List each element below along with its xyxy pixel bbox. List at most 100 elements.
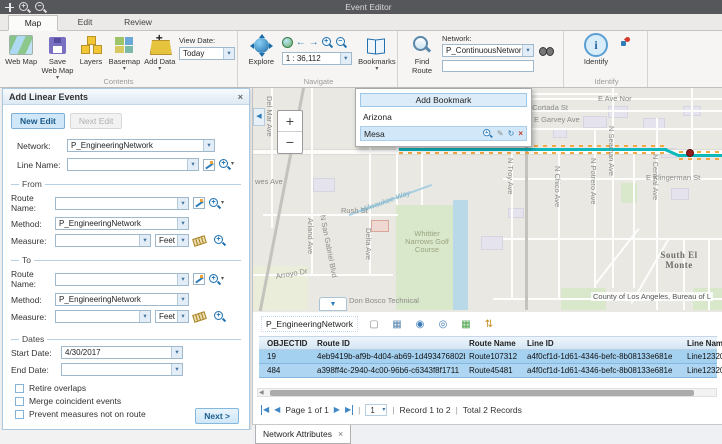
to-route-zoom-menu[interactable]: + ▾ [209,274,224,285]
scale-select[interactable]: 1 : 36,112 [282,52,352,65]
pan-icon[interactable] [5,3,14,12]
tab-review[interactable]: Review [112,15,164,31]
close-icon[interactable]: × [238,92,243,102]
next-extent-icon[interactable]: → [309,37,319,48]
add-data-icon: + [148,34,172,56]
column-header[interactable]: Line Name [683,337,722,349]
find-route-button[interactable]: Find Route [408,34,436,75]
pan-to-selection-icon[interactable]: ◎ [436,317,450,331]
select-route-on-map-icon[interactable] [193,273,205,285]
basemap-button[interactable]: Basemap ▾ [108,34,140,81]
zoom-to-bookmark-icon[interactable]: + [483,129,492,138]
panel-network-select[interactable]: P_EngineeringNetwork [67,139,215,152]
scrollbar-thumb[interactable] [270,390,694,396]
collapse-panel-button[interactable]: ◀ [253,108,265,126]
horizontal-scrollbar[interactable]: ◀ [257,388,717,397]
refresh-bookmark-icon[interactable]: ↻ [508,129,515,138]
pin-icon[interactable] [620,37,631,48]
save-web-map-button[interactable]: Save Web Map ▾ [41,34,73,81]
identify-icon: i [584,34,608,56]
collapse-map-button[interactable]: ▼ [319,297,347,311]
bookmark-item[interactable]: Arizona [360,110,527,123]
column-header[interactable]: Route Name [465,337,523,349]
previous-page-button[interactable]: ◀ [274,405,280,415]
previous-extent-icon[interactable]: ← [296,37,306,48]
network-attributes-tab[interactable]: Network Attributes × [255,425,351,444]
route-point-marker[interactable] [686,149,694,157]
column-header[interactable]: Route ID [313,337,465,349]
add-data-button[interactable]: + Add Data ▾ [144,34,176,81]
chevron-down-icon: ▾ [158,67,161,72]
network-select[interactable]: P_ContinuousNetwork [442,44,534,57]
map-road [633,150,635,288]
measure-ruler-icon[interactable] [192,235,207,247]
title-bar: + − Event Editor [0,0,722,14]
select-line-on-map-icon[interactable] [203,159,215,171]
last-page-button[interactable]: ▶ [345,405,353,415]
map-zoom-in-button[interactable]: + [278,111,302,132]
end-date-select[interactable] [61,363,183,376]
bookmarks-button[interactable]: Bookmarks ▾ [357,34,397,72]
new-edit-button[interactable]: New Edit [11,113,65,129]
web-map-icon [9,34,33,56]
zoom-out-tool-icon[interactable]: − [336,37,347,48]
from-measure-zoom-icon[interactable]: + [214,235,225,246]
column-header[interactable]: OBJECTID [259,337,313,349]
bookmark-item[interactable]: Mesa+✎↻× [360,126,527,141]
from-measure-unit-select[interactable]: Feet [155,234,189,247]
zoom-to-selection-icon[interactable]: ◉ [413,317,427,331]
binoculars-icon[interactable] [539,46,554,56]
scroll-left-icon[interactable]: ◀ [259,389,264,397]
to-measure-zoom-icon[interactable]: + [214,311,225,322]
bookmarks-menu: Add Bookmark ArizonaMesa+✎↻× [355,88,532,147]
to-route-name-select[interactable] [55,273,189,286]
line-zoom-menu[interactable]: + ▾ [219,159,234,170]
to-method-select[interactable]: P_EngineeringNetwork [55,293,189,306]
select-route-on-map-icon[interactable] [193,197,205,209]
column-header[interactable]: Line ID [523,337,683,349]
layer-tab[interactable]: P_EngineeringNetwork [261,316,358,332]
first-page-button[interactable]: ◀ [261,405,269,415]
title-zoom-out-icon[interactable]: − [35,2,46,13]
start-date-select[interactable]: 4/30/2017 [61,346,183,359]
full-extent-icon[interactable] [282,37,293,48]
next-edit-button[interactable]: Next Edit [70,113,123,129]
tab-map[interactable]: Map [8,15,58,31]
tab-edit[interactable]: Edit [62,15,108,31]
from-route-name-select[interactable] [55,197,189,210]
line-name-select[interactable] [67,158,199,171]
checkbox[interactable] [15,384,24,393]
from-route-zoom-menu[interactable]: + ▾ [209,198,224,209]
edit-bookmark-icon[interactable]: ✎ [497,129,504,138]
checkbox[interactable] [15,410,24,419]
table-row[interactable]: 194eb9419b-af9b-4d04-ab69-1d493476802bRo… [259,350,717,364]
measure-ruler-icon[interactable] [192,311,207,323]
page-number-select[interactable]: 1 [365,404,387,416]
to-route-name-label: Route Name: [11,269,51,289]
from-measure-input[interactable] [55,234,151,247]
tab-close-icon[interactable]: × [338,429,343,439]
map-zoom-out-button[interactable]: − [278,132,302,153]
explore-button[interactable]: Explore [246,34,277,72]
next-button[interactable]: Next > [195,408,239,424]
to-measure-unit-select[interactable]: Feet [155,310,189,323]
next-page-button[interactable]: ▶ [334,405,340,415]
route-input[interactable] [442,60,534,72]
select-records-icon[interactable]: ▢ [367,317,381,331]
layers-button[interactable]: Layers [77,34,106,81]
add-bookmark-button[interactable]: Add Bookmark [360,93,527,107]
identify-button[interactable]: i Identify [576,34,616,66]
to-measure-input[interactable] [55,310,151,323]
web-map-button[interactable]: Web Map [4,34,38,81]
attribute-table-icon[interactable]: ▦ [390,317,404,331]
from-method-select[interactable]: P_EngineeringNetwork [55,217,189,230]
sort-records-icon[interactable]: ⇅ [482,317,496,331]
title-zoom-in-icon[interactable]: + [19,2,30,13]
checkbox[interactable] [15,397,24,406]
switch-attribute-set-icon[interactable]: ▦ [459,317,473,331]
view-date-select[interactable]: Today [179,47,235,60]
table-row[interactable]: 484a398ff4c-2940-4c00-96b6-c6343f8f1711R… [259,364,717,378]
delete-bookmark-icon[interactable]: × [518,129,523,138]
zoom-in-tool-icon[interactable]: + [322,37,333,48]
chevron-down-icon: ▾ [221,201,224,206]
